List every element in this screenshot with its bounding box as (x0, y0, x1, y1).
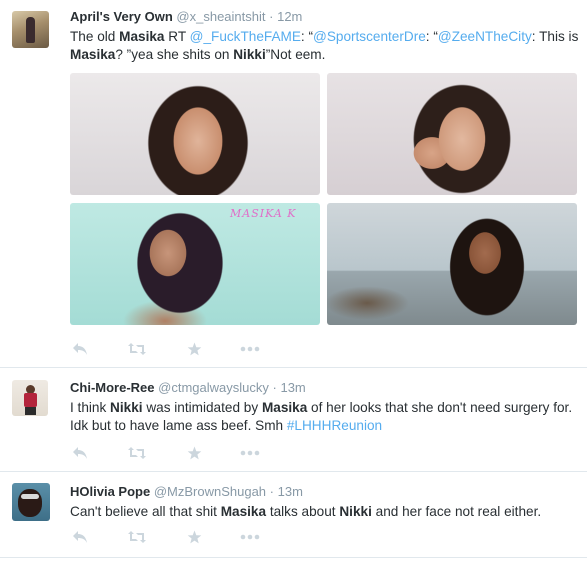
more-icon[interactable] (240, 444, 260, 462)
username[interactable]: @x_sheaintshit (176, 9, 265, 24)
tweet[interactable]: HOlivia Pope @MzBrownShugah · 13m Can't … (0, 472, 587, 558)
photo-grid: MASIKA K (70, 73, 577, 325)
separator: · (269, 9, 274, 24)
display-name[interactable]: April's Very Own (70, 9, 173, 24)
separator: · (272, 380, 277, 395)
text-run: RT (164, 29, 190, 44)
photo-3[interactable]: MASIKA K (70, 203, 320, 325)
photo-2[interactable] (327, 73, 577, 195)
avatar-figure (21, 494, 39, 499)
tweet-header: HOlivia Pope @MzBrownShugah · 13m (70, 484, 579, 500)
photo-1[interactable] (70, 73, 320, 195)
text-run: : This is (531, 29, 579, 44)
mention-link[interactable]: @SportscenterDre (313, 29, 426, 44)
highlight-term: Nikki (110, 400, 143, 415)
highlight-term: Nikki (233, 47, 266, 62)
avatar-figure (26, 17, 35, 43)
tweet-text: I think Nikki was intimidated by Masika … (70, 399, 579, 435)
tweet-header: April's Very Own @x_sheaintshit · 12m (70, 9, 579, 25)
reply-icon[interactable] (70, 528, 90, 546)
tweet[interactable]: April's Very Own @x_sheaintshit · 12m Th… (0, 0, 587, 368)
more-icon[interactable] (240, 528, 260, 546)
retweet-icon[interactable] (127, 528, 147, 546)
tweet-header: Chi-More-Ree @ctmgalwayslucky · 13m (70, 380, 579, 396)
avatar-figure (24, 393, 37, 407)
favorite-icon[interactable] (184, 528, 204, 546)
tweet[interactable]: Chi-More-Ree @ctmgalwayslucky · 13m I th… (0, 368, 587, 472)
avatar[interactable] (12, 483, 50, 521)
more-icon[interactable] (240, 340, 260, 358)
text-run: ”Not eem. (265, 47, 326, 62)
photo-watermark: MASIKA K (230, 207, 297, 220)
text-run: and her face not real either. (371, 504, 542, 519)
highlight-term: Masika (220, 504, 267, 519)
mention-link[interactable]: @_FuckTheFAME (190, 29, 301, 44)
avatar[interactable] (12, 11, 49, 48)
highlight-term: Nikki (339, 504, 372, 519)
timestamp[interactable]: 13m (278, 484, 303, 499)
retweet-icon[interactable] (127, 340, 147, 358)
favorite-icon[interactable] (184, 340, 204, 358)
separator: · (269, 484, 274, 499)
display-name[interactable]: HOlivia Pope (70, 484, 150, 499)
highlight-term: Masika (119, 29, 165, 44)
highlight-term: Masika (70, 47, 116, 62)
favorite-icon[interactable] (184, 444, 204, 462)
reply-icon[interactable] (70, 340, 90, 358)
text-run: ? ”yea she shits on (115, 47, 234, 62)
text-run: talks about (266, 504, 340, 519)
mention-link[interactable]: @ZeeNTheCity (438, 29, 532, 44)
reply-icon[interactable] (70, 444, 90, 462)
tweet-text: Can't believe all that shit Masika talks… (70, 503, 579, 521)
photo-4[interactable] (327, 203, 577, 325)
timestamp[interactable]: 13m (280, 380, 305, 395)
avatar-figure (25, 407, 36, 415)
text-run: : “ (425, 29, 438, 44)
text-run: : “ (300, 29, 314, 44)
avatar[interactable] (12, 380, 48, 416)
username[interactable]: @MzBrownShugah (154, 484, 266, 499)
text-run: The old (70, 29, 120, 44)
username[interactable]: @ctmgalwayslucky (158, 380, 269, 395)
display-name[interactable]: Chi-More-Ree (70, 380, 155, 395)
tweet-text: The old Masika RT @_FuckTheFAME: “@Sport… (70, 28, 579, 64)
highlight-term: Masika (261, 400, 308, 415)
text-run: Can't believe all that shit (70, 504, 221, 519)
text-run: I think (70, 400, 111, 415)
hashtag-link[interactable]: #LHHHReunion (287, 418, 382, 433)
text-run: was intimidated by (142, 400, 262, 415)
retweet-icon[interactable] (127, 444, 147, 462)
timestamp[interactable]: 12m (277, 9, 302, 24)
